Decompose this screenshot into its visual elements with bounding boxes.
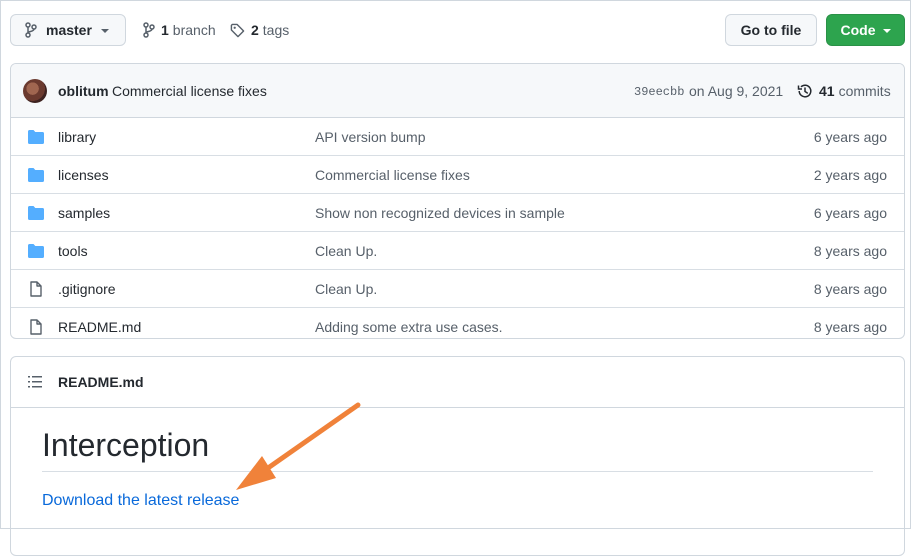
- list-icon[interactable]: [28, 375, 42, 389]
- readme-heading: Interception: [42, 427, 210, 463]
- history-icon: [797, 84, 812, 98]
- download-latest-release-link[interactable]: Download the latest release: [42, 492, 239, 510]
- file-commit-age: 6 years ago: [813, 129, 887, 145]
- file-icon: [30, 281, 42, 297]
- commit-count: 41: [819, 83, 835, 99]
- branch-select-button[interactable]: master: [10, 14, 126, 46]
- file-commit-age: 8 years ago: [813, 243, 887, 259]
- folder-icon: [28, 206, 44, 220]
- file-row[interactable]: .gitignore Clean Up. 8 years ago: [11, 270, 904, 308]
- go-to-file-button[interactable]: Go to file: [725, 14, 817, 46]
- chevron-down-icon: [100, 29, 109, 33]
- repo-page: master 1 branch 2 tags Go to file Code o…: [0, 0, 911, 556]
- file-name-link[interactable]: .gitignore: [58, 281, 116, 297]
- file-row[interactable]: tools Clean Up. 8 years ago: [11, 232, 904, 270]
- commits-link[interactable]: 41 commits: [797, 83, 891, 99]
- file-commit-message-link[interactable]: Clean Up.: [315, 281, 377, 297]
- file-commit-message-link[interactable]: Commercial license fixes: [315, 167, 470, 183]
- code-button[interactable]: Code: [826, 14, 905, 46]
- file-name-link[interactable]: tools: [58, 243, 88, 259]
- file-commit-message-link[interactable]: Adding some extra use cases.: [315, 319, 503, 335]
- git-branch-icon: [25, 22, 37, 38]
- file-commit-age: 2 years ago: [813, 167, 887, 183]
- commit-author-link[interactable]: oblitum: [58, 83, 109, 99]
- folder-icon: [28, 168, 44, 182]
- readme-filename[interactable]: README.md: [58, 374, 144, 390]
- file-commit-age: 8 years ago: [813, 319, 887, 335]
- branch-name: master: [46, 22, 92, 38]
- commit-sha-link[interactable]: 39eecbb: [634, 85, 684, 99]
- code-button-label: Code: [840, 22, 876, 38]
- file-commit-message-link[interactable]: Show non recognized devices in sample: [315, 205, 565, 221]
- chevron-down-icon: [882, 29, 891, 33]
- file-name-link[interactable]: licenses: [58, 167, 109, 183]
- file-commit-message-link[interactable]: Clean Up.: [315, 243, 377, 259]
- git-branch-icon: [143, 22, 155, 38]
- folder-icon: [28, 244, 44, 258]
- file-row[interactable]: samples Show non recognized devices in sa…: [11, 194, 904, 232]
- file-commit-age: 8 years ago: [813, 281, 887, 297]
- file-icon: [30, 319, 42, 335]
- file-name-link[interactable]: library: [58, 129, 96, 145]
- file-commit-message-link[interactable]: API version bump: [315, 129, 426, 145]
- readme-header: README.md: [11, 357, 904, 408]
- heading-divider: [42, 471, 873, 472]
- commit-message-link[interactable]: Commercial license fixes: [112, 83, 267, 99]
- folder-icon: [28, 130, 44, 144]
- readme-box: README.md Interception Download the late…: [10, 356, 905, 556]
- avatar[interactable]: [23, 79, 47, 103]
- branch-label: branch: [172, 22, 216, 38]
- commit-count-label: commits: [838, 83, 891, 99]
- branches-link[interactable]: 1 branch: [143, 14, 216, 46]
- file-row[interactable]: README.md Adding some extra use cases. 8 y…: [11, 308, 904, 338]
- tag-icon: [230, 23, 245, 37]
- file-row[interactable]: licenses Commercial license fixes 2 years …: [11, 156, 904, 194]
- file-row[interactable]: library API version bump 6 years ago: [11, 118, 904, 156]
- branch-count: 1: [161, 22, 169, 38]
- tags-link[interactable]: 2 tags: [230, 14, 289, 46]
- commit-date: on Aug 9, 2021: [689, 83, 784, 99]
- file-list: oblitum Commercial license fixes 39eecbb…: [10, 63, 905, 339]
- latest-commit-bar: oblitum Commercial license fixes 39eecbb…: [11, 64, 904, 118]
- tag-count: 2: [251, 22, 259, 38]
- tag-label: tags: [262, 22, 290, 38]
- file-name-link[interactable]: samples: [58, 205, 110, 221]
- file-commit-age: 6 years ago: [813, 205, 887, 221]
- file-name-link[interactable]: README.md: [58, 319, 141, 335]
